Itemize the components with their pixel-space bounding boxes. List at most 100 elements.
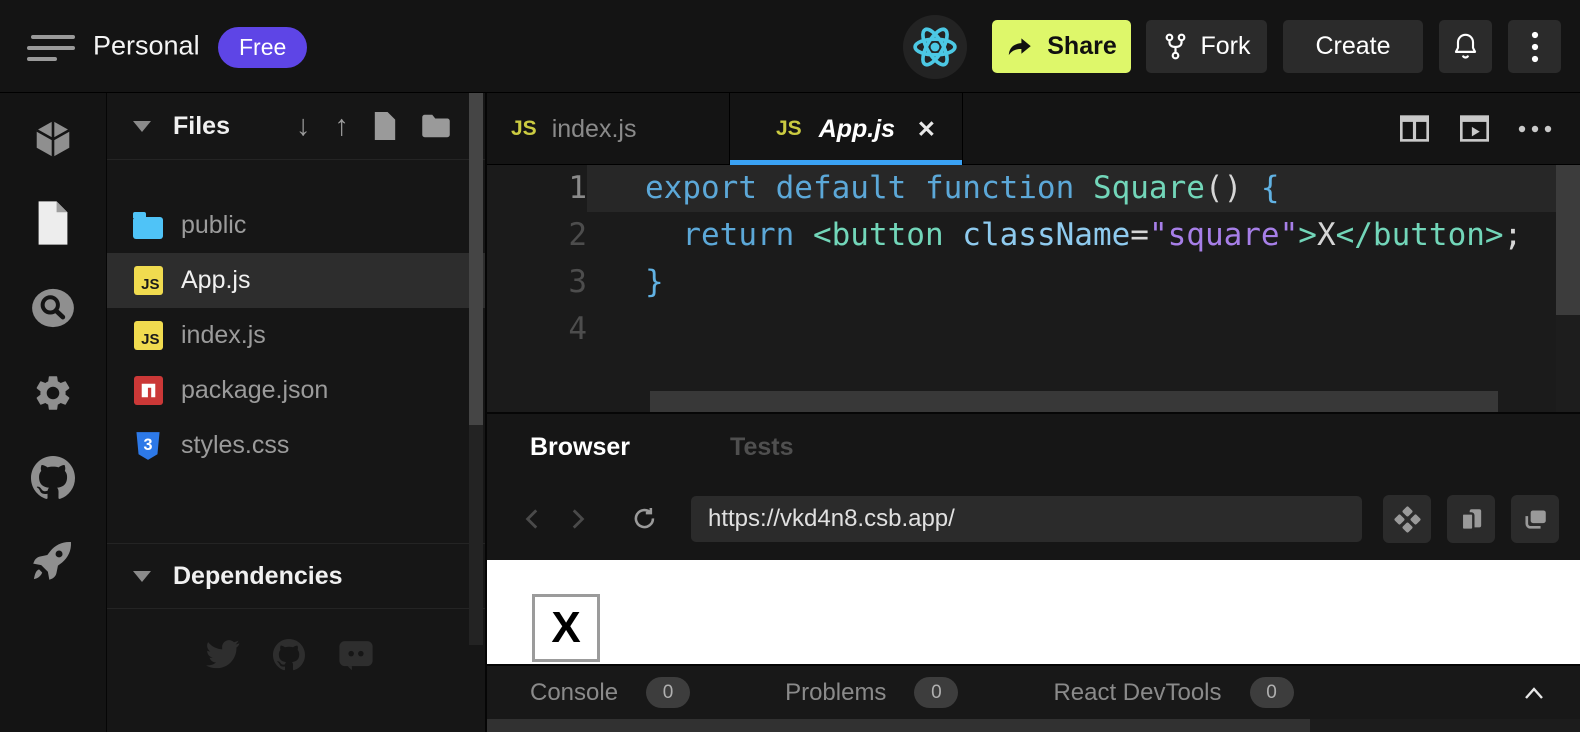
editor-actions: [1398, 93, 1580, 164]
dependencies-title: Dependencies: [173, 562, 343, 591]
square-button[interactable]: X: [532, 594, 600, 662]
fork-icon: [1163, 32, 1188, 61]
dependencies-collapse-chevron-icon: [133, 571, 151, 582]
dependencies-section-header[interactable]: Dependencies: [107, 543, 485, 609]
editor-vscroll-thumb[interactable]: [1556, 165, 1580, 315]
code-line: 3 }: [487, 259, 1556, 306]
editor-overflow-icon[interactable]: [1518, 125, 1552, 133]
github-footer-icon[interactable]: [273, 639, 305, 671]
app-preview-frame: X: [487, 560, 1580, 664]
share-arrow-icon: [1006, 33, 1034, 61]
line-number: 1: [487, 165, 587, 212]
back-icon[interactable]: [511, 506, 555, 532]
file-name: styles.css: [181, 431, 289, 460]
open-new-window-button[interactable]: [1511, 495, 1559, 543]
workspace-name: Personal: [93, 31, 200, 62]
overflow-menu-button[interactable]: [1508, 20, 1561, 73]
code-line: 1 export default function Square() {: [487, 165, 1556, 212]
download-icon[interactable]: ↓: [296, 112, 311, 141]
settings-gear-icon[interactable]: [29, 369, 77, 417]
plan-badge: Free: [218, 27, 307, 68]
fork-button[interactable]: Fork: [1146, 20, 1267, 73]
file-name: index.js: [181, 321, 266, 350]
hamburger-menu-icon[interactable]: [27, 35, 75, 61]
folder-icon: [133, 211, 163, 241]
editor-horizontal-scrollbar: [487, 391, 1556, 412]
discord-icon[interactable]: [338, 639, 374, 671]
file-name: App.js: [181, 266, 250, 295]
react-devtools-tab[interactable]: React DevTools: [1053, 679, 1221, 707]
line-number: 2: [487, 212, 587, 259]
devtools-bar: Console 0 Problems 0 React DevTools 0: [487, 664, 1580, 719]
file-row-indexjs[interactable]: JS index.js: [107, 308, 485, 363]
device-frames-button[interactable]: [1447, 495, 1495, 543]
line-number: 3: [487, 259, 587, 306]
files-collapse-chevron-icon[interactable]: [133, 121, 151, 132]
tab-label: App.js: [819, 115, 895, 144]
deploy-rocket-icon[interactable]: [29, 536, 77, 584]
problems-count-badge: 0: [914, 677, 958, 708]
sandbox-cube-icon[interactable]: [29, 115, 77, 163]
forward-icon[interactable]: [555, 506, 599, 532]
bottom-scrollbar-thumb[interactable]: [487, 719, 1310, 732]
file-row-packagejson[interactable]: package.json: [107, 363, 485, 418]
svg-text:3: 3: [144, 436, 153, 454]
share-button[interactable]: Share: [992, 20, 1131, 73]
js-file-badge: JS: [511, 117, 537, 141]
expand-devtools-chevron-icon[interactable]: [1522, 685, 1546, 701]
file-row-stylescss[interactable]: 3 styles.css: [107, 418, 485, 473]
files-panel: Files ↓ ↑ public JS App.js: [107, 93, 487, 732]
reload-icon[interactable]: [623, 505, 667, 533]
tab-browser[interactable]: Browser: [530, 433, 630, 462]
files-scrollbar-thumb[interactable]: [469, 93, 483, 425]
code-editor[interactable]: 1 export default function Square() { 2 r…: [487, 165, 1556, 391]
file-row-appjs[interactable]: JS App.js: [107, 253, 485, 308]
editor-vertical-scrollbar: [1556, 165, 1580, 412]
tab-appjs[interactable]: JS App.js ✕: [730, 93, 963, 165]
editor-pane: JS index.js JS App.js ✕: [487, 93, 1580, 732]
top-header: Personal Free Share Fork: [0, 0, 1580, 93]
github-icon[interactable]: [29, 454, 77, 502]
javascript-file-icon: JS: [133, 266, 163, 296]
split-view-icon[interactable]: [1398, 114, 1431, 143]
file-name: package.json: [181, 376, 328, 405]
responsive-mode-button[interactable]: [1383, 495, 1431, 543]
code-line: 2 return <button className="square">X</b…: [487, 212, 1556, 259]
tab-tests[interactable]: Tests: [730, 433, 793, 462]
console-tab[interactable]: Console: [530, 679, 618, 707]
react-logo[interactable]: [903, 15, 967, 79]
preview-window-icon[interactable]: [1458, 114, 1491, 143]
upload-icon[interactable]: ↑: [335, 112, 350, 141]
file-row-public[interactable]: public: [107, 198, 485, 253]
search-icon[interactable]: [29, 284, 77, 332]
files-scrollbar: [469, 93, 483, 645]
share-label: Share: [1047, 32, 1116, 61]
file-explorer-icon[interactable]: [29, 199, 77, 247]
console-count-badge: 0: [646, 677, 690, 708]
fork-label: Fork: [1201, 32, 1251, 61]
browser-actions: [1383, 495, 1580, 543]
activity-rail: [0, 93, 107, 732]
new-folder-icon[interactable]: [421, 113, 451, 139]
notifications-button[interactable]: [1439, 20, 1492, 73]
new-window-icon: [1520, 505, 1551, 534]
editor-hscroll-thumb[interactable]: [650, 391, 1498, 412]
twitter-icon[interactable]: [206, 639, 240, 671]
files-panel-header: Files ↓ ↑: [107, 93, 485, 160]
files-panel-title: Files: [173, 112, 230, 141]
problems-tab[interactable]: Problems: [785, 679, 886, 707]
kebab-menu-icon: [1531, 30, 1539, 64]
create-button[interactable]: Create: [1283, 20, 1423, 73]
close-tab-icon[interactable]: ✕: [917, 116, 936, 143]
device-frames-icon: [1457, 505, 1486, 534]
react-atom-icon: [912, 24, 958, 70]
file-name: public: [181, 211, 246, 240]
new-file-icon[interactable]: [373, 112, 397, 140]
code-line: 4: [487, 306, 1556, 353]
tab-label: index.js: [552, 115, 637, 144]
tab-indexjs[interactable]: JS index.js: [487, 93, 730, 165]
url-bar[interactable]: https://vkd4n8.csb.app/: [691, 496, 1362, 542]
react-devtools-count-badge: 0: [1250, 677, 1294, 708]
browser-nav-row: https://vkd4n8.csb.app/: [487, 480, 1580, 558]
editor-tab-bar: JS index.js JS App.js ✕: [487, 93, 1580, 165]
